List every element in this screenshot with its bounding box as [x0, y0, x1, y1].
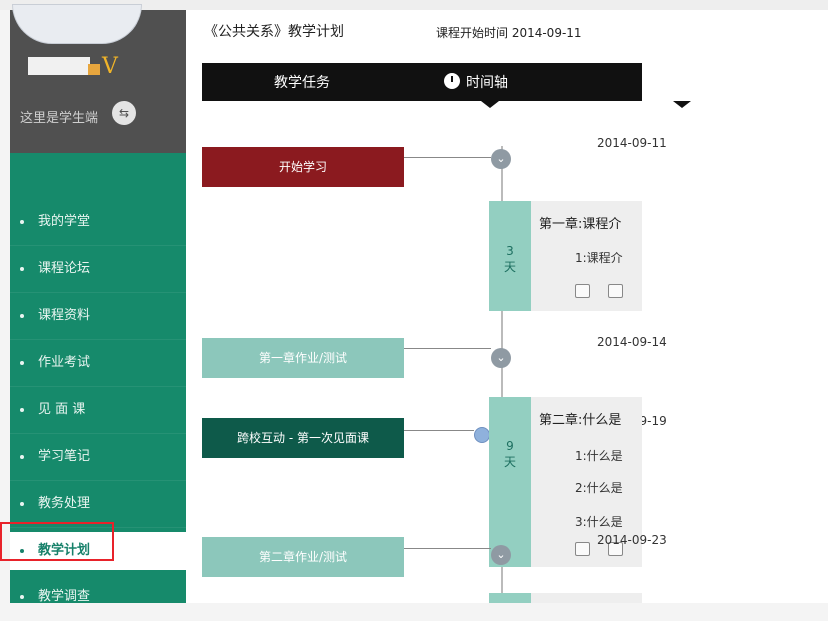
task-connector — [404, 157, 491, 158]
sidebar-item-affairs[interactable]: 教务处理 — [10, 481, 186, 528]
chapter-title: 第二章:什么是 — [539, 413, 622, 428]
chevron-down-icon[interactable]: ⌄ — [491, 545, 511, 565]
document-icon[interactable] — [575, 542, 590, 556]
sidebar-item-forum[interactable]: 课程论坛 — [10, 246, 186, 293]
task-cross-school-meeting[interactable]: 跨校互动 - 第一次见面课 — [202, 418, 404, 458]
duration-block: 3 天 — [489, 201, 531, 311]
task-date: 2014-09-11 — [597, 136, 667, 150]
clock-icon — [444, 73, 460, 89]
tasks-column-title: 教学任务 — [274, 75, 330, 91]
sidebar: V 这里是学生端 ⇆ 我的学堂 课程论坛 课程资料 作业考试 见 面 课 学习笔… — [10, 4, 186, 621]
bullet-icon — [20, 455, 24, 459]
pointer-icon — [481, 101, 499, 108]
page-title: 《公共关系》教学计划 — [204, 24, 344, 40]
active-item-highlight — [0, 522, 114, 561]
sidebar-item-label: 我的学堂 — [38, 214, 91, 229]
sidebar-item-label: 学习笔记 — [38, 449, 91, 464]
username-blurred-accent — [88, 64, 100, 75]
sidebar-item-label: 见 面 课 — [38, 402, 86, 417]
task-connector — [404, 430, 474, 431]
bullet-icon — [20, 408, 24, 412]
duration-block — [489, 593, 531, 603]
sidebar-item-meeting[interactable]: 见 面 课 — [10, 387, 186, 434]
bullet-icon — [20, 595, 24, 599]
meeting-marker[interactable] — [474, 427, 490, 443]
course-start-date: 课程开始时间 2014-09-11 — [436, 26, 582, 40]
book-icon[interactable] — [608, 284, 623, 298]
lesson-item[interactable]: 1:什么是 — [575, 447, 623, 464]
sidebar-item-label: 课程资料 — [38, 308, 91, 323]
task-date: 2014-09-14 — [597, 335, 667, 349]
task-connector — [404, 548, 491, 549]
task-date: 2014-09-23 — [597, 533, 667, 547]
timeline-column-title: 时间轴 — [444, 72, 508, 92]
document-icon[interactable] — [575, 284, 590, 298]
avatar[interactable] — [12, 4, 142, 44]
task-connector — [404, 348, 491, 349]
sidebar-item-label: 作业考试 — [38, 355, 91, 370]
role-label: 这里是学生端 — [20, 111, 99, 126]
lesson-item[interactable]: 1:课程介 — [575, 249, 623, 266]
swap-icon[interactable]: ⇆ — [112, 101, 136, 125]
bullet-icon — [20, 361, 24, 365]
bullet-icon — [20, 314, 24, 318]
chapter-title: 第一章:课程介 — [539, 217, 622, 232]
chevron-down-icon[interactable]: ⌄ — [491, 348, 511, 368]
username-blurred — [28, 57, 90, 75]
bullet-icon — [20, 502, 24, 506]
chapter-card[interactable] — [531, 593, 642, 603]
sidebar-item-label: 教务处理 — [38, 496, 91, 511]
pointer-icon — [673, 101, 691, 108]
sidebar-item-homework[interactable]: 作业考试 — [10, 340, 186, 387]
sidebar-item-my-course[interactable]: 我的学堂 — [10, 199, 186, 246]
lesson-item[interactable]: 2:什么是 — [575, 479, 623, 496]
sidebar-item-label: 教学调查 — [38, 589, 91, 604]
sidebar-item-materials[interactable]: 课程资料 — [10, 293, 186, 340]
task-chapter2-test[interactable]: 第二章作业/测试 — [202, 537, 404, 577]
task-start-learning[interactable]: 开始学习 — [202, 147, 404, 187]
chapter-card[interactable]: 第一章:课程介 1:课程介 — [531, 201, 642, 311]
lesson-item[interactable]: 3:什么是 — [575, 513, 623, 530]
chevron-down-icon[interactable]: ⌄ — [491, 149, 511, 169]
sidebar-item-notes[interactable]: 学习笔记 — [10, 434, 186, 481]
duration-block: 9 天 — [489, 397, 531, 567]
profile-panel: V 这里是学生端 ⇆ — [10, 4, 186, 153]
vip-badge: V — [102, 54, 118, 79]
timeline-header: 教学任务 时间轴 — [202, 63, 691, 108]
task-chapter1-test[interactable]: 第一章作业/测试 — [202, 338, 404, 378]
bullet-icon — [20, 220, 24, 224]
sidebar-item-label: 课程论坛 — [38, 261, 91, 276]
bullet-icon — [20, 267, 24, 271]
sidebar-item-survey[interactable]: 教学调查 — [10, 574, 186, 621]
